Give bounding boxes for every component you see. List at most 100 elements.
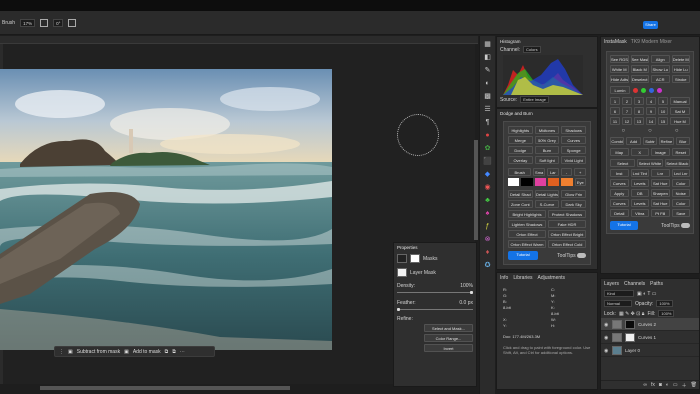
black-mask-button[interactable]: Black M [630,65,649,73]
num-7[interactable]: 7 [622,107,632,115]
feather-slider[interactable] [397,308,473,311]
soft-light-button[interactable]: Soft light [534,156,560,164]
fill-field[interactable]: 100% [658,310,675,317]
layer-row-curves-1[interactable]: ◉ Curves 1 [601,331,699,344]
plugin-icon-10[interactable]: ♦ [483,247,493,257]
grid-btn[interactable]: Detail [610,209,629,217]
plugin-icon-5[interactable]: ◉ [483,182,493,192]
visibility-eye-icon[interactable]: ◉ [604,322,609,328]
swatch-pink[interactable] [534,178,546,186]
trash-icon[interactable]: 🗑︎ [691,382,697,388]
num-15[interactable]: 15 [658,117,668,125]
num-6[interactable]: 6 [610,107,620,115]
bright-highlights-button[interactable]: Bright Highlights [508,210,546,218]
deselect-button[interactable]: Deselect [630,75,649,83]
num-4[interactable]: 4 [646,97,656,105]
shadows-button[interactable]: Shadows [561,126,586,134]
dark-sky-button[interactable]: Dark Sky [561,200,586,208]
opacity-field[interactable]: 100% [656,300,673,307]
grey-button[interactable]: 50% Grey [534,136,560,144]
layer-name[interactable]: Layer 0 [625,348,640,353]
swatch-black[interactable] [521,178,533,186]
merge-button[interactable]: Merge [508,136,533,144]
text-icon[interactable]: ¶ [483,117,493,127]
mask-thumb[interactable] [625,332,635,342]
grid-btn[interactable]: Curves [610,179,629,187]
delete-mask-button[interactable]: Delete M [671,55,690,63]
instamask-tutorial-button[interactable]: Tutorial [610,221,638,230]
subtract-mask-icon[interactable]: ▣ [68,349,73,355]
hide-adjustments-button[interactable]: Hide Adts [610,75,629,83]
layer-name[interactable]: Curves 2 [638,322,656,327]
vector-mask-thumb[interactable] [410,254,420,263]
grid-btn[interactable]: Levels [630,179,649,187]
plugin-icon-9[interactable]: ⊗ [483,234,493,244]
layer-name[interactable]: Curves 1 [638,335,656,340]
brush-button[interactable]: Brush [508,168,532,176]
grid-btn[interactable]: Vibra [630,209,649,217]
lock-icons[interactable]: ▦ ✎ ✥ ⊡ 🔒︎ [619,311,645,317]
overlay-button[interactable]: Overlay [508,156,533,164]
layer-row-curves-2[interactable]: ◉ Curves 2 [601,318,699,331]
tab-libraries[interactable]: Libraries [513,275,532,281]
add-to-mask-button[interactable]: Add to mask [133,349,161,355]
tab-adjustments[interactable]: Adjustments [538,275,566,281]
protect-shadows-button[interactable]: Protect Shadows [548,210,586,218]
plugin-icon-6[interactable]: ♣ [483,195,493,205]
plugin-icon-4[interactable]: ◆ [483,169,493,179]
blend-mode-select[interactable]: Normal [604,300,632,307]
canvas-photo[interactable] [0,69,332,350]
num-10[interactable]: 10 [658,107,668,115]
grid-btn[interactable]: Curves [610,199,629,207]
grid-btn[interactable]: Lnd Tint [630,169,649,177]
tutorial-button[interactable]: Tutorial [508,251,538,260]
plugin-icon-7[interactable]: ♠ [483,208,493,218]
invert-button[interactable]: Invert [424,344,473,352]
add-mask-icon[interactable]: ▣ [124,349,129,355]
num-12[interactable]: 12 [622,117,632,125]
vertical-scrollbar[interactable] [474,140,478,240]
source-select[interactable]: Entire Image [520,96,549,103]
white-mask-button[interactable]: White M [610,65,629,73]
tab-layers[interactable]: Layers [604,281,619,287]
grid-btn[interactable]: Lnd Lnr [671,169,690,177]
hue-m-button[interactable]: Hue M [670,117,690,125]
more-icon[interactable]: ⋯ [180,349,185,355]
tab-mixer[interactable]: TK9 Modern Mixer [631,39,672,45]
invert-icon[interactable]: ⧉ [165,349,169,355]
fill-icon[interactable]: ⧉ [172,349,176,355]
num-13[interactable]: 13 [634,117,644,125]
slider-dot-1[interactable]: ○ [622,128,626,134]
visibility-eye-icon[interactable]: ◉ [604,335,609,341]
grid-btn[interactable]: Color [671,179,690,187]
combi-button[interactable]: Combi [610,137,625,145]
select-and-mask-button[interactable]: Select and Mask... [424,324,473,332]
see-rgb-button[interactable]: See RGS [610,55,629,63]
feather-value[interactable]: 0.0 px [459,300,473,306]
hide-lu-button[interactable]: Hide Lu [671,65,690,73]
adjustment-add-icon[interactable]: ◐ [666,382,669,388]
num-8[interactable]: 8 [634,107,644,115]
large-brush-button[interactable]: Lar [547,168,559,176]
symmetry-icon[interactable] [68,18,77,27]
layers-icon[interactable]: ☰ [483,104,493,114]
instamask-tooltips-toggle[interactable] [681,222,690,228]
grid-btn[interactable]: Sharpen [651,189,670,197]
orton-effect-button[interactable]: Orton Effect [508,230,546,238]
grid-btn[interactable]: Levels [630,199,649,207]
color-dot-green[interactable] [641,87,646,93]
plugin-icon-3[interactable]: ⬛ [483,156,493,166]
stroke-button[interactable]: Stroke [671,75,690,83]
small-brush-button[interactable]: Sma [533,168,545,176]
grid-btn[interactable]: Lnr [651,169,670,177]
select-black-button[interactable]: Select Black [664,159,690,167]
channel-select[interactable]: Colors [523,46,541,53]
manual-button[interactable]: Manual [670,97,690,105]
decrease-button[interactable]: - [560,168,573,176]
grid-btn[interactable]: Save [671,209,690,217]
add-button[interactable]: Add [626,137,641,145]
subtract-button[interactable]: Subtr [642,137,658,145]
orton-cold-button[interactable]: Orton Effect Cold [548,240,586,248]
curves-button[interactable]: Curves [561,136,586,144]
color-dot-blue[interactable] [649,87,654,93]
